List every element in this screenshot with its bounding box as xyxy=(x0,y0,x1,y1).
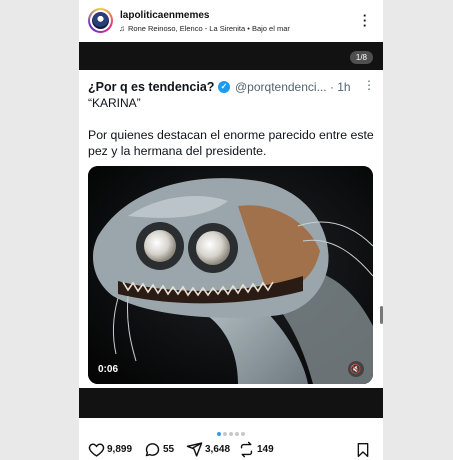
action-bar: 9,899 55 3,648 149 xyxy=(79,436,383,460)
post-header: lapoliticaenmemes ♫ Rone Reinoso, Elenco … xyxy=(79,0,383,42)
tweet-handle: @porqtendenci... xyxy=(235,80,327,94)
mute-icon[interactable]: 🔇 xyxy=(348,361,364,377)
share-count: 3,648 xyxy=(205,443,231,455)
tweet-video[interactable]: 0:06 🔇 xyxy=(88,166,373,384)
tweet-body: Por quienes destacan el enorme parecido … xyxy=(88,128,374,158)
repost-count: 149 xyxy=(257,443,274,455)
tweet-handle-time: @porqtendenci... · 1h xyxy=(235,80,351,94)
tweet-card: ¿Por q es tendencia? ✓ @porqtendenci... … xyxy=(79,70,383,388)
avatar-ring xyxy=(90,10,111,31)
fish-video-frame xyxy=(88,166,373,384)
tweet-time: · 1h xyxy=(329,80,351,94)
more-vertical-icon[interactable]: · · · xyxy=(362,9,368,32)
tweet-author-name: ¿Por q es tendencia? xyxy=(88,80,215,94)
avatar-image xyxy=(92,12,109,29)
scrollbar[interactable] xyxy=(380,306,383,324)
music-label: Rone Reinoso, Elenco - La Sirenita • Baj… xyxy=(128,24,290,33)
comment-icon xyxy=(145,442,160,456)
heart-icon xyxy=(88,442,105,457)
verified-badge-icon: ✓ xyxy=(218,81,230,93)
music-info[interactable]: ♫ Rone Reinoso, Elenco - La Sirenita • Ba… xyxy=(119,24,290,33)
avatar[interactable] xyxy=(88,8,113,33)
carousel-counter: 1/8 xyxy=(349,51,373,64)
send-icon xyxy=(186,441,203,457)
tweet-quote: “KARINA” xyxy=(88,96,141,110)
video-duration: 0:06 xyxy=(98,364,119,375)
repost-button[interactable]: 149 xyxy=(238,440,274,458)
like-button[interactable]: 9,899 xyxy=(88,440,132,458)
music-note-icon: ♫ xyxy=(119,24,125,33)
share-button[interactable]: 3,648 xyxy=(186,440,230,458)
media-bottom-band xyxy=(79,388,383,418)
tweet-more-icon: ⋮ xyxy=(363,78,375,92)
comment-count: 55 xyxy=(163,443,175,455)
carousel-dots xyxy=(79,423,383,436)
bookmark-icon xyxy=(357,443,369,457)
repost-icon xyxy=(240,441,253,457)
comment-button[interactable]: 55 xyxy=(144,440,174,458)
like-count: 9,899 xyxy=(107,443,133,455)
instagram-post: lapoliticaenmemes ♫ Rone Reinoso, Elenco … xyxy=(79,0,383,460)
save-button[interactable] xyxy=(355,442,371,460)
username[interactable]: lapoliticaenmemes xyxy=(120,10,209,21)
media-top-band xyxy=(79,42,383,70)
